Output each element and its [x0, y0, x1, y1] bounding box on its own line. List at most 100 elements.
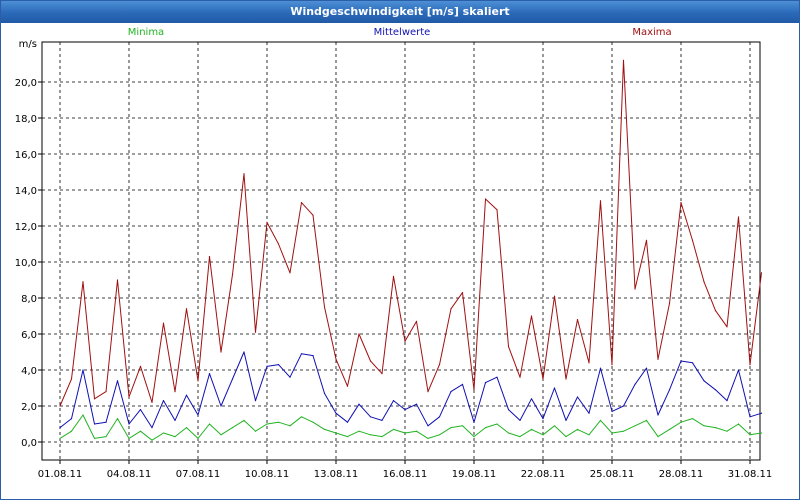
data-point	[82, 369, 84, 371]
data-point	[289, 425, 291, 427]
data-point	[553, 425, 556, 427]
data-point	[473, 436, 475, 438]
data-point	[542, 434, 544, 436]
data-point	[231, 378, 234, 380]
data-point	[323, 428, 326, 430]
x-tick-label: 28.08.11	[659, 469, 704, 480]
data-point	[749, 416, 751, 418]
data-point	[174, 419, 176, 421]
data-point	[312, 214, 314, 216]
data-point	[116, 279, 119, 281]
data-point	[588, 434, 590, 436]
data-point	[542, 378, 544, 380]
data-point	[381, 373, 383, 375]
data-point	[266, 423, 268, 425]
data-point	[82, 414, 84, 416]
data-point	[622, 405, 625, 407]
data-point	[128, 423, 130, 425]
data-point	[484, 198, 487, 200]
data-point	[312, 421, 314, 423]
data-point	[450, 391, 452, 393]
data-point	[392, 275, 395, 277]
data-point	[70, 378, 73, 380]
data-point	[427, 391, 429, 393]
data-point	[254, 400, 257, 402]
data-point	[737, 423, 740, 425]
data-point	[749, 364, 751, 366]
data-point	[726, 326, 728, 328]
data-point	[588, 412, 590, 414]
data-point	[749, 434, 751, 436]
data-point	[622, 59, 625, 62]
y-tick-label: 4,0	[21, 366, 37, 377]
data-point	[70, 418, 73, 420]
y-tick-label: 6,0	[21, 330, 37, 341]
data-point	[162, 400, 165, 402]
data-point	[82, 281, 84, 283]
x-tick-label: 16.08.11	[383, 469, 428, 480]
data-point	[668, 302, 671, 304]
chart-grid	[42, 42, 760, 460]
data-point	[438, 416, 441, 418]
data-point	[553, 295, 556, 297]
data-point	[185, 308, 188, 310]
data-point	[588, 362, 590, 364]
data-point	[484, 382, 487, 384]
data-point	[519, 436, 521, 438]
data-point	[335, 358, 337, 360]
data-point	[657, 358, 659, 360]
data-point	[105, 436, 107, 438]
chart-legend: Minima Mittelwerte Maxima	[128, 27, 672, 38]
data-point	[565, 419, 567, 421]
data-point	[162, 432, 165, 434]
data-point	[484, 427, 487, 429]
data-point	[530, 398, 533, 400]
data-point	[93, 398, 96, 400]
data-point	[599, 200, 602, 202]
data-point	[323, 306, 326, 308]
data-point	[151, 439, 153, 441]
data-point	[427, 425, 429, 427]
data-point	[151, 427, 153, 429]
data-point	[576, 396, 579, 398]
data-point	[312, 355, 314, 357]
data-point	[760, 412, 763, 414]
data-point	[151, 401, 153, 403]
data-point	[254, 430, 257, 432]
data-point	[714, 310, 717, 312]
x-tick-label: 07.08.11	[176, 469, 221, 480]
y-tick-label: 2,0	[21, 402, 37, 413]
data-point	[668, 428, 671, 430]
data-point	[576, 428, 579, 430]
data-point	[392, 400, 395, 402]
data-point	[622, 430, 625, 432]
data-point	[266, 365, 268, 367]
data-point	[404, 409, 406, 411]
data-point	[197, 380, 199, 382]
data-point	[645, 239, 648, 241]
data-point	[680, 202, 682, 204]
data-point	[553, 387, 556, 389]
data-point	[346, 385, 349, 387]
data-point	[358, 403, 360, 405]
data-point	[611, 364, 613, 366]
data-point	[277, 421, 280, 423]
data-point	[139, 430, 142, 432]
data-point	[645, 419, 648, 421]
plot-frame	[41, 41, 761, 461]
data-point	[369, 434, 372, 436]
data-point	[599, 419, 602, 421]
data-point	[358, 333, 360, 335]
y-tick-label: 8,0	[21, 294, 37, 305]
data-point	[438, 434, 441, 436]
data-point	[346, 436, 349, 438]
legend-item-maxima: Maxima	[632, 27, 671, 38]
data-point	[473, 421, 475, 423]
data-point	[691, 362, 694, 364]
data-point	[634, 425, 636, 427]
data-point	[93, 437, 96, 439]
data-point	[714, 427, 717, 429]
data-point	[461, 425, 464, 427]
x-tick-label: 22.08.11	[521, 469, 566, 480]
series-line-mittelwerte	[59, 351, 762, 429]
